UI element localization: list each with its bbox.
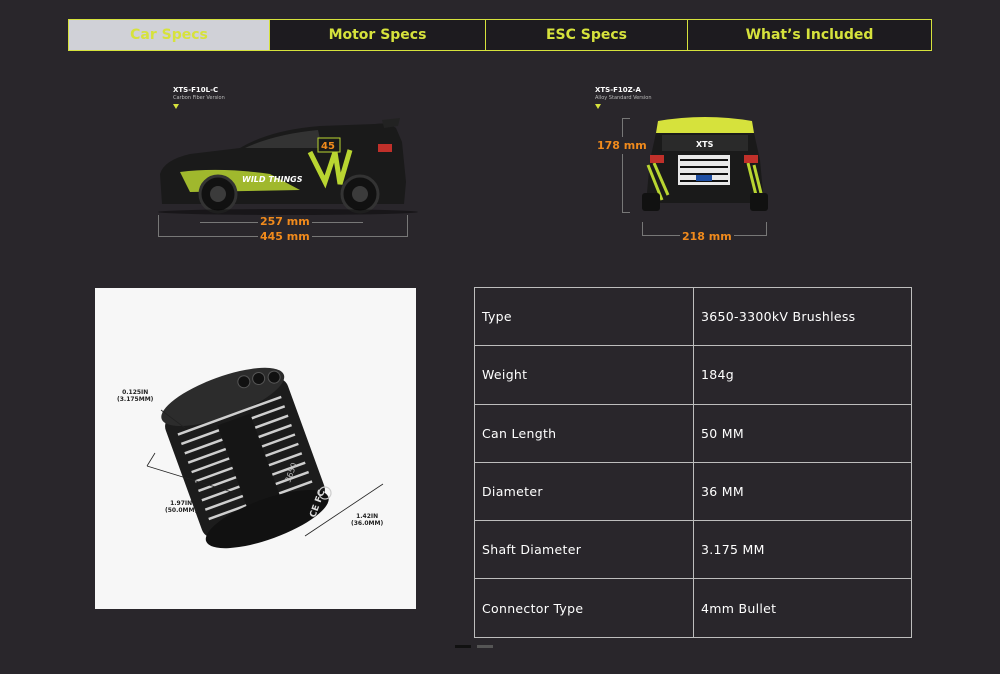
carousel-dot-2[interactable]: [477, 645, 493, 648]
side-model-marker-icon: [173, 104, 179, 109]
table-row: Shaft Diameter 3.175 MM: [474, 520, 912, 580]
spec-value: 36 MM: [693, 461, 912, 522]
spec-key: Weight: [474, 345, 694, 405]
motor-specs-table: Type 3650-3300kV Brushless Weight 184g C…: [474, 286, 912, 638]
tab-motor-specs[interactable]: Motor Specs: [270, 20, 486, 50]
tab-esc-specs[interactable]: ESC Specs: [486, 20, 688, 50]
side-car-number: 45: [321, 141, 335, 152]
motor-shaft-dim: 0.125IN (3.175MM): [117, 389, 154, 403]
table-row: Diameter 36 MM: [474, 461, 912, 522]
side-model-code: XTS-F10L-C: [173, 86, 219, 94]
spec-key: Can Length: [474, 403, 694, 463]
carousel-pagination: [455, 645, 493, 648]
tab-whats-included[interactable]: What’s Included: [688, 20, 931, 50]
side-car-livery-text: WILD THINGS: [242, 175, 303, 184]
spec-value: 184g: [693, 345, 912, 405]
height-dim-line: [622, 118, 630, 213]
spec-key: Shaft Diameter: [474, 520, 694, 580]
spec-tabs: Car Specs Motor Specs ESC Specs What’s I…: [68, 19, 932, 51]
rear-car-image: XTS: [642, 117, 768, 211]
carousel-dot-1[interactable]: [455, 645, 471, 648]
spec-key: Diameter: [474, 461, 694, 522]
rear-model-version: Alloy Standard Version: [595, 95, 652, 101]
side-model-label: XTS-F10L-C Carbon Fiber Version: [173, 86, 225, 109]
table-row: Type 3650-3300kV Brushless: [474, 286, 912, 347]
length-dimension: 445 mm: [258, 230, 312, 243]
motor-diagram-panel: 3650 CE FC 0.125IN (3.175MM) 1.97IN (50.…: [95, 288, 416, 609]
height-dimension: 178 mm: [597, 137, 647, 154]
table-row: Can Length 50 MM: [474, 403, 912, 463]
rear-model-label: XTS-F10Z-A Alloy Standard Version: [595, 86, 652, 109]
table-row: Weight 184g: [474, 345, 912, 405]
spec-key: Connector Type: [474, 578, 694, 638]
motor-length-dim: 1.97IN (50.0MM): [165, 500, 198, 514]
rear-model-code: XTS-F10Z-A: [595, 86, 641, 94]
side-model-version: Carbon Fiber Version: [173, 95, 225, 101]
spec-key: Type: [474, 286, 694, 347]
rear-car-roof-text: XTS: [696, 140, 714, 149]
rear-model-marker-icon: [595, 104, 601, 109]
side-car-image: 45 WILD THINGS: [158, 118, 418, 215]
spec-value: 3650-3300kV Brushless: [693, 286, 912, 347]
width-dimension: 218 mm: [680, 230, 734, 243]
spec-value: 3.175 MM: [693, 520, 912, 580]
wheelbase-dimension: 257 mm: [258, 215, 312, 228]
tab-car-specs[interactable]: Car Specs: [69, 20, 270, 50]
spec-value: 50 MM: [693, 403, 912, 463]
table-row: Connector Type 4mm Bullet: [474, 578, 912, 638]
motor-image: 3650 CE FC: [146, 367, 384, 549]
spec-value: 4mm Bullet: [693, 578, 912, 638]
motor-diameter-dim: 1.42IN (36.0MM): [351, 513, 384, 527]
